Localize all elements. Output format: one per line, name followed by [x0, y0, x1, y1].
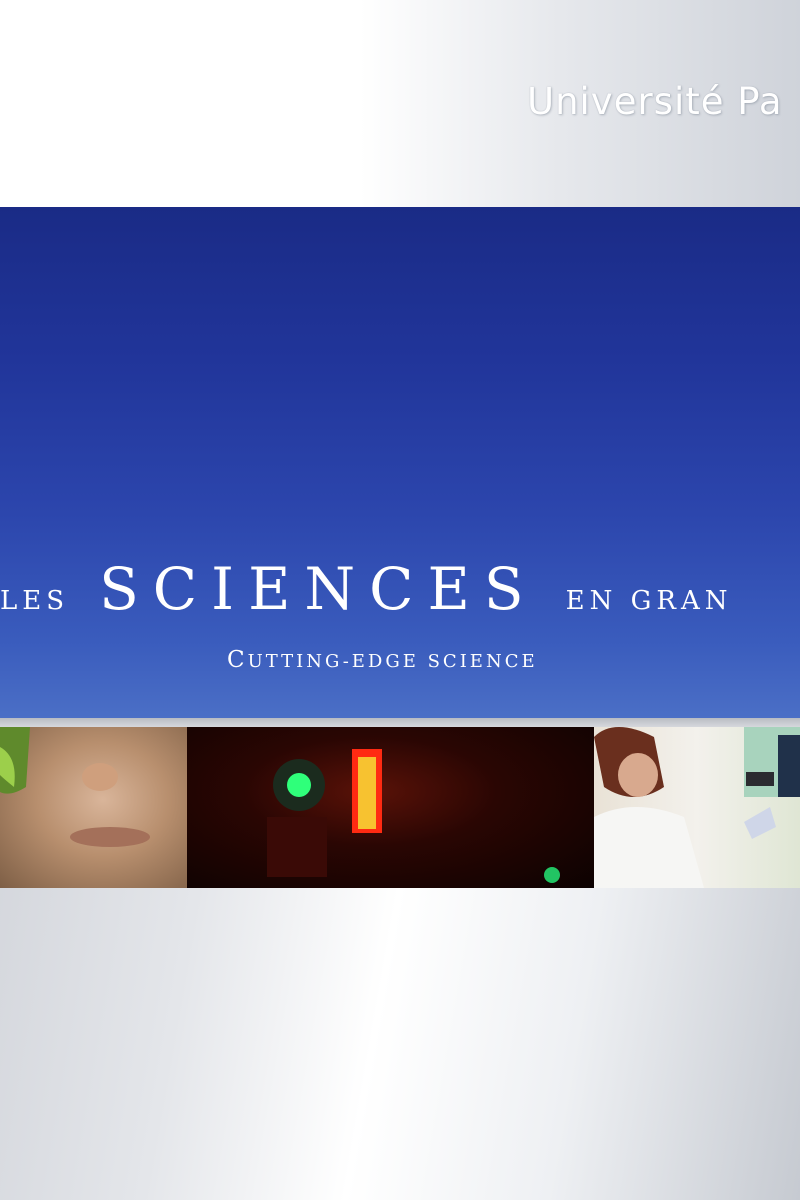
hero-subtitle-rest: utting-edge science — [247, 651, 538, 672]
hero-subtitle: Cutting-edge science — [227, 647, 538, 673]
hero-subtitle-initial: C — [227, 647, 248, 673]
hero-title-prefix: Les — [0, 586, 70, 616]
photo-lab-researcher — [594, 727, 800, 888]
divider-bar — [0, 718, 800, 727]
university-name: Université Pa — [527, 80, 783, 123]
photo-laser-lab — [187, 727, 594, 888]
hero-title-main: SCIENCES — [99, 555, 538, 623]
photo-researcher-face — [0, 727, 187, 888]
hero-title-suffix: en gran — [565, 586, 733, 616]
hero-title: Les SCIENCES en gran — [0, 555, 733, 623]
hero-banner: Les SCIENCES en gran Cutting-edge science — [0, 207, 800, 718]
